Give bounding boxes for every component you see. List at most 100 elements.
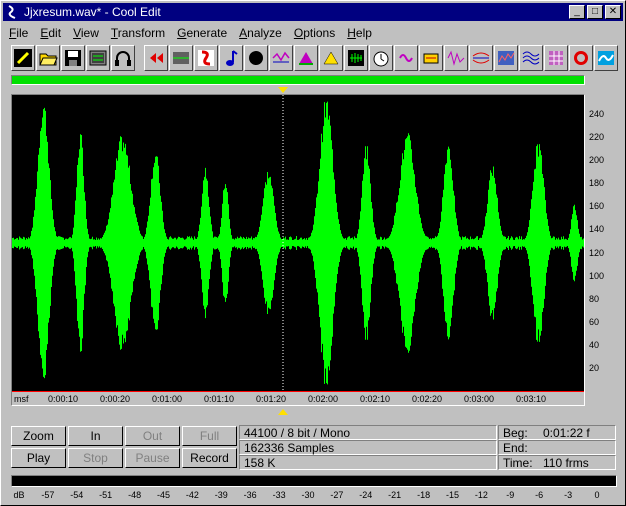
time-row: Time: 110 frms — [498, 455, 616, 470]
minimize-button[interactable]: _ — [569, 5, 585, 19]
menu-analyze[interactable]: Analyze — [233, 26, 288, 40]
delay-button[interactable] — [269, 45, 293, 71]
zoom-in-button[interactable]: In — [68, 426, 123, 446]
play-button[interactable]: Play — [11, 448, 66, 468]
waveform-canvas[interactable] — [12, 95, 584, 391]
reverse-button[interactable] — [144, 45, 168, 71]
timer-icon — [371, 48, 391, 68]
grid-button[interactable] — [544, 45, 568, 71]
time-value: 110 frms — [543, 456, 589, 470]
save-button[interactable] — [61, 45, 85, 71]
meter-scale-label: -33 — [272, 490, 286, 500]
menu-options-key: O — [293, 25, 304, 40]
cursor-marker-top-icon[interactable] — [278, 87, 288, 93]
amplitude-tick-label: 220 — [589, 132, 605, 142]
time-tick-label: 0:01:10 — [203, 394, 235, 404]
overview-bar[interactable] — [11, 75, 585, 85]
spectrum-icon — [496, 48, 516, 68]
menu-generate[interactable]: Generate — [171, 26, 233, 40]
flanger-button[interactable] — [394, 45, 418, 71]
pitch-icon — [221, 48, 241, 68]
chorus-button[interactable] — [419, 45, 443, 71]
distortion-icon — [471, 48, 491, 68]
timer-button[interactable] — [369, 45, 393, 71]
time-tick-label: 0:02:00 — [307, 394, 339, 404]
dynamics-button[interactable] — [569, 45, 593, 71]
amplitude-tick-label: 140 — [589, 224, 605, 234]
menu-view-key: V — [73, 25, 81, 40]
brainwave-button[interactable] — [519, 45, 543, 71]
invert-button[interactable] — [194, 45, 218, 71]
amplitude-tick-label: 160 — [589, 201, 605, 211]
cd-button[interactable] — [86, 45, 110, 71]
menu-help-key: H — [347, 25, 356, 40]
time-tick-label: 0:01:00 — [151, 394, 183, 404]
meter-scale-label: -3 — [564, 490, 573, 500]
spectrum-button[interactable] — [494, 45, 518, 71]
echo-button[interactable] — [444, 45, 468, 71]
wave-icon — [596, 48, 616, 68]
filter-button[interactable] — [294, 45, 318, 71]
pitch-button[interactable] — [219, 45, 243, 71]
meter-scale-label: -27 — [330, 490, 344, 500]
echo-icon — [446, 48, 466, 68]
menu-edit-label: dit — [48, 25, 62, 40]
cool-edit-app-icon[interactable] — [6, 5, 20, 19]
maximize-button[interactable]: □ — [587, 5, 603, 19]
meter-scale-label: dB — [13, 490, 25, 500]
menu-help[interactable]: Help — [341, 26, 378, 40]
time-unit-label: msf — [14, 394, 29, 404]
amplitude-tick-label: 100 — [589, 271, 605, 281]
end-label: End: — [503, 441, 528, 455]
headphones-icon — [113, 48, 133, 68]
zoom-button[interactable]: Zoom — [11, 426, 66, 446]
open-button[interactable] — [36, 45, 60, 71]
envelope-button[interactable] — [344, 45, 368, 71]
wave-button[interactable] — [594, 45, 618, 71]
end-row: End: — [498, 440, 616, 455]
cursor-marker-bottom-icon[interactable] — [278, 409, 288, 415]
level-meter-scale: dB -57 -54 -51 -48 -45 -42 -39 -36 -33 -30 -27 -24 -2… — [11, 489, 617, 503]
transport-controls: Zoom In Out Full Play Stop Pause Record — [11, 426, 237, 470]
meter-scale-label: -12 — [474, 490, 488, 500]
menu-edit[interactable]: Edit — [34, 26, 67, 40]
headphones-button[interactable] — [111, 45, 135, 71]
menu-help-label: elp — [355, 25, 372, 40]
samples-info: 162336 Samples — [239, 440, 497, 455]
time-tick-label: 0:02:20 — [411, 394, 443, 404]
close-button[interactable]: ✕ — [605, 5, 621, 19]
effects-tool-group — [144, 45, 619, 73]
noise-icon — [246, 48, 266, 68]
zoom-out-button[interactable]: Out — [125, 426, 180, 446]
invert-icon — [196, 48, 216, 68]
toolbar — [11, 45, 626, 73]
cd-icon — [88, 48, 108, 68]
record-button[interactable]: Record — [182, 448, 237, 468]
zoom-full-button[interactable]: Full — [182, 426, 237, 446]
file-info-panel: 44100 / 8 bit / Mono 162336 Samples 158 … — [239, 425, 497, 471]
waveform-display[interactable]: msf 0:00:10 0:00:20 0:01:00 0:01:10 0:01… — [11, 94, 585, 406]
title-bar[interactable]: Jjxresum.wav* - Cool Edit _ □ ✕ — [3, 3, 623, 21]
amplitude-tick-label: 80 — [589, 294, 600, 304]
menu-transform[interactable]: Transform — [105, 26, 171, 40]
menu-bar: File Edit View Transform Generate Analyz… — [3, 23, 378, 42]
save-icon — [63, 48, 83, 68]
noise-button[interactable] — [244, 45, 268, 71]
menu-view[interactable]: View — [67, 26, 105, 40]
cool-edit-window: Jjxresum.wav* - Cool Edit _ □ ✕ File Edi… — [0, 0, 626, 506]
brainwave-icon — [521, 48, 541, 68]
waveform-trace — [12, 101, 584, 385]
amplify-button[interactable] — [319, 45, 343, 71]
new-button[interactable] — [11, 45, 35, 71]
silence-button[interactable] — [169, 45, 193, 71]
meter-scale-label: -39 — [214, 490, 228, 500]
menu-options[interactable]: Options — [288, 26, 341, 40]
distortion-button[interactable] — [469, 45, 493, 71]
menu-generate-label: enerate — [186, 25, 228, 40]
stop-button[interactable]: Stop — [68, 448, 123, 468]
menu-analyze-key: A — [239, 25, 248, 40]
pause-button[interactable]: Pause — [125, 448, 180, 468]
chorus-icon — [421, 48, 441, 68]
menu-file[interactable]: File — [3, 26, 34, 40]
grid-icon — [546, 48, 566, 68]
